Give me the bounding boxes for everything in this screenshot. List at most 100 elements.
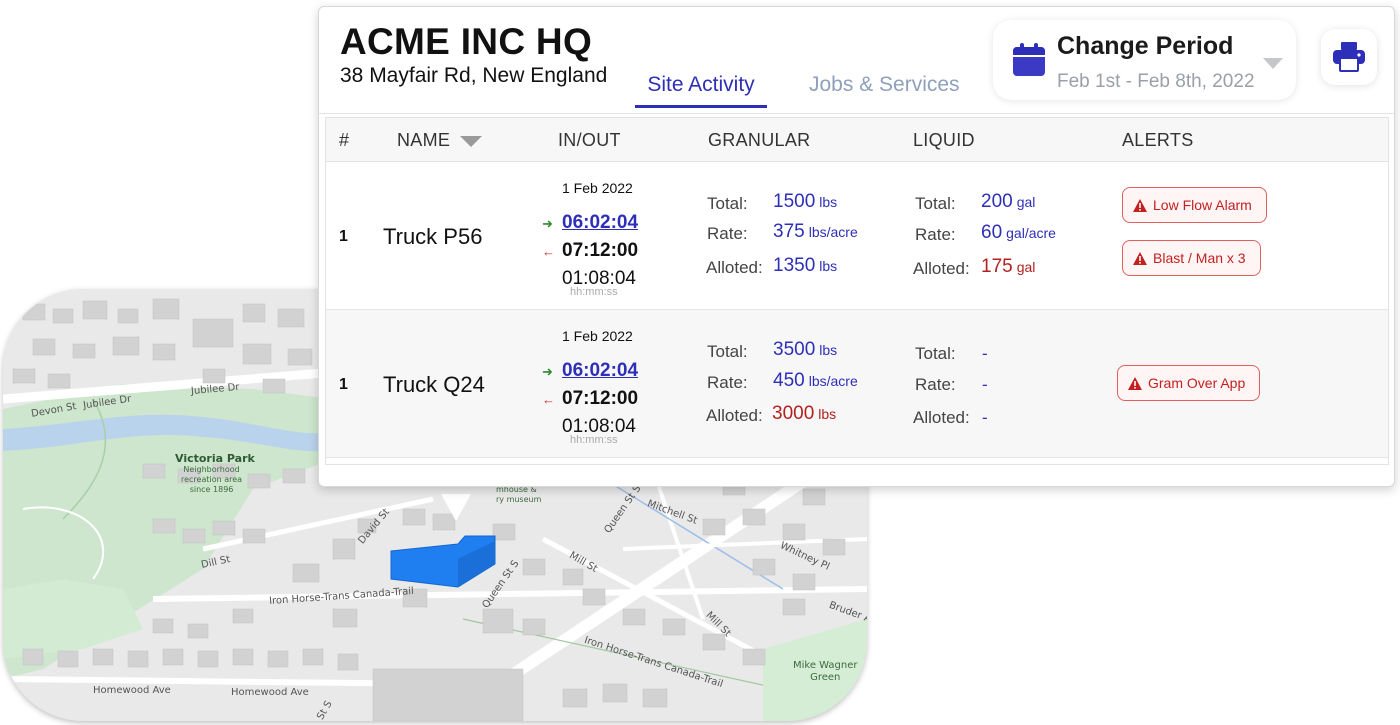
liquid-rate-value: 60 — [981, 222, 1003, 243]
site-activity-panel: ACME INC HQ 38 Mayfair Rd, New England S… — [318, 6, 1395, 487]
period-range: Feb 1st - Feb 8th, 2022 — [1057, 71, 1255, 92]
green-label: Mike Wagner Green — [793, 660, 858, 684]
col-header-liquid: LIQUID — [913, 130, 975, 150]
park-sub-line: since 1896 — [189, 485, 234, 494]
park-name: Victoria Park — [175, 452, 255, 465]
change-period-dropdown[interactable]: Change Period Feb 1st - Feb 8th, 2022 — [993, 20, 1296, 100]
alert-badge[interactable]: Gram Over App — [1117, 365, 1261, 401]
liquid-total-value: 200 — [981, 191, 1013, 212]
granular-alloted: 3000 lbs — [772, 403, 836, 425]
granular-alloted-label: Alloted: — [706, 406, 763, 425]
liquid-total-value: - — [982, 344, 988, 363]
activity-table: # NAME IN/OUT GRANULAR LIQUID ALERTS 1 T… — [325, 117, 1389, 465]
col-header-granular: GRANULAR — [708, 130, 811, 150]
liquid-total-unit: gal — [1016, 194, 1036, 210]
time-out: ← 07:12:00 — [542, 240, 638, 262]
col-header-name-label: NAME — [397, 130, 451, 150]
sort-down-icon — [460, 135, 483, 147]
granular-total-value: 3500 — [773, 339, 816, 360]
col-header-inout: IN/OUT — [558, 130, 621, 150]
time-in-value: 06:02:04 — [562, 360, 639, 381]
warning-icon — [1133, 252, 1147, 265]
liquid-alloted-value: 175 — [981, 256, 1013, 277]
truck-name: Truck Q24 — [383, 372, 485, 397]
street-label: Homewood Ave — [231, 687, 309, 698]
granular-alloted-label: Alloted: — [706, 258, 763, 277]
alert-text: Gram Over App — [1148, 375, 1246, 391]
liquid-rate-unit: gal/acre — [1006, 225, 1056, 241]
park-sub-line: recreation area — [181, 475, 243, 484]
row-date: 1 Feb 2022 — [562, 180, 633, 196]
granular-total-value: 1500 — [773, 191, 816, 212]
green-line: Green — [810, 672, 841, 683]
granular-total-unit: lbs — [819, 194, 838, 210]
granular-rate-value: 375 — [773, 221, 805, 242]
granular-alloted-unit: lbs — [818, 406, 837, 422]
arrow-left-icon: ← — [542, 392, 555, 407]
arrow-right-icon: ➜ — [542, 216, 553, 231]
park-sub-line: Neighborhood — [183, 465, 240, 474]
arrow-right-icon: ➜ — [542, 364, 553, 379]
print-button[interactable] — [1321, 29, 1377, 85]
granular-total-label: Total: — [707, 194, 748, 213]
period-title: Change Period — [1057, 32, 1234, 60]
granular-rate-value: 450 — [773, 370, 805, 391]
alert-text: Blast / Man x 3 — [1153, 250, 1246, 266]
museum-label: mhouse & ry museum — [496, 485, 541, 505]
alert-text: Low Flow Alarm — [1153, 197, 1252, 213]
granular-total-label: Total: — [707, 342, 748, 361]
calendar-icon — [1011, 42, 1047, 83]
time-in[interactable]: ➜ 06:02:04 — [542, 360, 638, 382]
table-header: # NAME IN/OUT GRANULAR LIQUID ALERTS — [326, 118, 1388, 162]
tab-jobs-services[interactable]: Jobs & Services — [809, 73, 960, 105]
duration-format: hh:mm:ss — [570, 434, 618, 446]
granular-total-unit: lbs — [819, 342, 838, 358]
tab-site-activity[interactable]: Site Activity — [635, 73, 767, 108]
granular-alloted: 1350 lbs — [773, 255, 837, 277]
liquid-total-label: Total: — [915, 344, 956, 363]
warning-icon — [1133, 199, 1147, 212]
granular-rate: 375 lbs/acre — [773, 221, 858, 243]
chevron-down-icon — [1263, 58, 1283, 69]
alert-badge[interactable]: Low Flow Alarm — [1122, 187, 1267, 223]
granular-rate: 450 lbs/acre — [773, 370, 858, 392]
granular-alloted-unit: lbs — [819, 258, 838, 274]
park-description: Neighborhood recreation area since 1896 — [181, 465, 242, 495]
time-out-value: 07:12:00 — [562, 240, 639, 261]
alert-badge[interactable]: Blast / Man x 3 — [1122, 240, 1261, 276]
time-out: ← 07:12:00 — [542, 388, 638, 410]
liquid-alloted-label: Alloted: — [913, 259, 970, 278]
liquid-total: 200 gal — [981, 191, 1035, 213]
liquid-rate: 60 gal/acre — [981, 222, 1056, 244]
col-header-alerts: ALERTS — [1122, 130, 1194, 150]
granular-rate-label: Rate: — [707, 373, 748, 392]
liquid-rate-value: - — [982, 375, 988, 394]
site-address: 38 Mayfair Rd, New England — [340, 64, 608, 87]
granular-rate-label: Rate: — [707, 224, 748, 243]
col-header-number: # — [339, 130, 350, 150]
table-row[interactable]: 1 Truck P56 1 Feb 2022 ➜ 06:02:04 ← 07:12:… — [326, 162, 1388, 310]
row-number: 1 — [339, 376, 348, 393]
green-line: Mike Wagner — [793, 660, 858, 671]
granular-total: 1500 lbs — [773, 191, 837, 213]
printer-icon — [1333, 42, 1365, 72]
duration-format: hh:mm:ss — [570, 286, 618, 298]
panel-header: ACME INC HQ 38 Mayfair Rd, New England S… — [319, 7, 1394, 114]
liquid-rate-label: Rate: — [915, 225, 956, 244]
liquid-alloted-unit: gal — [1016, 259, 1036, 275]
arrow-left-icon: ← — [542, 244, 555, 259]
liquid-alloted-label: Alloted: — [913, 408, 970, 427]
row-date: 1 Feb 2022 — [562, 328, 633, 344]
time-in[interactable]: ➜ 06:02:04 — [542, 212, 638, 234]
table-row[interactable]: 1 Truck Q24 1 Feb 2022 ➜ 06:02:04 ← 07:12:… — [326, 310, 1388, 458]
granular-rate-unit: lbs/acre — [808, 224, 858, 240]
time-out-value: 07:12:00 — [562, 388, 639, 409]
liquid-alloted: 175 gal — [981, 256, 1035, 278]
liquid-alloted-value: - — [982, 408, 988, 427]
col-header-name[interactable]: NAME — [397, 130, 483, 151]
granular-alloted-value: 1350 — [773, 255, 816, 276]
street-label: Homewood Ave — [93, 685, 171, 696]
museum-line: ry museum — [496, 495, 542, 504]
liquid-rate-label: Rate: — [915, 375, 956, 394]
granular-alloted-value: 3000 — [772, 403, 815, 424]
